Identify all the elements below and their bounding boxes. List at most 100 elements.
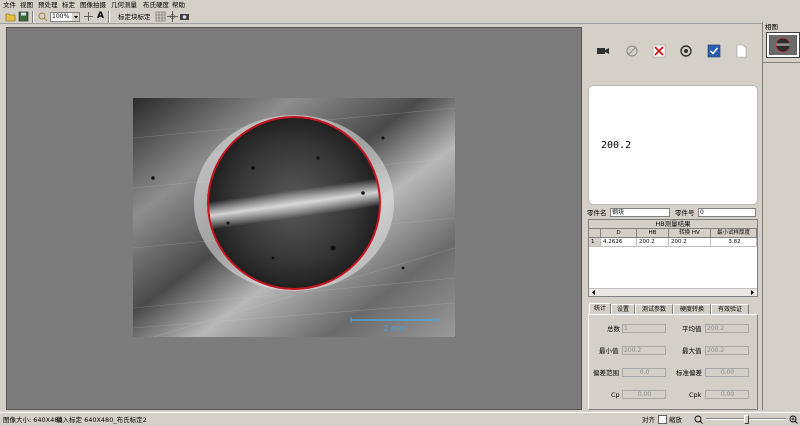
readout-value: 200.2 bbox=[601, 140, 632, 151]
circle-tool-icon[interactable] bbox=[625, 44, 639, 58]
toolbar-separator bbox=[32, 11, 34, 23]
menu-bar: 文件 视图 预处理 标定 图像拍摄 几何测量 布氏硬度 帮助 bbox=[0, 0, 800, 10]
menu-capture[interactable]: 图像拍摄 bbox=[80, 1, 106, 9]
stat-max-label: 最大值 bbox=[682, 347, 702, 355]
video-camera-icon[interactable] bbox=[596, 44, 610, 58]
open-folder-icon[interactable] bbox=[5, 11, 16, 22]
auto-measure-icon[interactable] bbox=[679, 44, 693, 58]
part-number-label: 零件号 bbox=[675, 209, 695, 217]
stat-range-field: 0.0 bbox=[622, 368, 666, 377]
stat-min-label: 最小值 bbox=[599, 347, 619, 355]
camera-icon[interactable] bbox=[179, 11, 190, 22]
zoom-select[interactable]: 100% bbox=[50, 12, 80, 22]
status-bar: 图像大小: 640X480 载入标定 640X480_布氏标定2 对齐 缩放 bbox=[0, 412, 800, 426]
stat-min-value: 200.2 bbox=[624, 347, 642, 354]
part-name-label: 零件名 bbox=[587, 209, 607, 217]
table-cell-hv[interactable]: 200.2 bbox=[669, 238, 711, 247]
chevron-down-icon[interactable] bbox=[72, 13, 80, 21]
scroll-left-icon[interactable] bbox=[590, 289, 597, 296]
table-row-index[interactable]: 1 bbox=[589, 238, 601, 247]
align-label: 对齐 bbox=[642, 416, 655, 424]
stat-cpk-field: 0.00 bbox=[705, 390, 749, 399]
table-header-min-thickness: 最小试样厚度 bbox=[711, 229, 757, 238]
stat-std-field: 0.00 bbox=[705, 368, 749, 377]
thumbnail-image[interactable] bbox=[766, 32, 800, 58]
stat-cp-label: Cp bbox=[611, 391, 620, 399]
stats-tab-panel: 总数 1 平均值 200.2 最小值 200.2 最大值 200.2 偏差范围 … bbox=[588, 314, 758, 410]
pan-icon[interactable] bbox=[83, 11, 94, 22]
menu-help[interactable]: 帮助 bbox=[172, 1, 185, 9]
table-cell-min-thickness[interactable]: 3.82 bbox=[711, 238, 757, 247]
stat-max-field: 200.2 bbox=[705, 346, 749, 355]
stat-mean-field: 200.2 bbox=[705, 324, 749, 333]
align-checkbox[interactable] bbox=[658, 415, 667, 424]
table-header-index bbox=[589, 229, 601, 238]
tab-hardness-conversion[interactable]: 硬度转换 bbox=[673, 304, 711, 314]
stat-mean-value: 200.2 bbox=[707, 325, 725, 332]
results-table: HB测量结果 D HB 转换 HV 最小试样厚度 1 4.2626 200.2 … bbox=[588, 219, 758, 297]
stat-total-field: 1 bbox=[622, 324, 666, 333]
scale-bar-label: 2 mm bbox=[383, 324, 406, 333]
stat-max-value: 200.2 bbox=[707, 347, 725, 354]
hardness-readout: 200.2 bbox=[588, 85, 758, 205]
zoom-slider-thumb[interactable] bbox=[744, 415, 749, 424]
stat-total-label: 总数 bbox=[607, 325, 620, 333]
thumbnail-panel: 相图 bbox=[762, 22, 800, 410]
stat-cpk-value: 0.00 bbox=[720, 391, 735, 398]
menu-view[interactable]: 视图 bbox=[20, 1, 33, 9]
stat-range-label: 偏差范围 bbox=[593, 369, 619, 377]
part-number-value: 0 bbox=[700, 209, 704, 216]
text-tool-button[interactable]: A bbox=[97, 11, 104, 22]
table-cell-hb[interactable]: 200.2 bbox=[637, 238, 669, 247]
status-image-size: 图像大小: 640X480 bbox=[3, 416, 63, 424]
menu-geometry[interactable]: 几何测量 bbox=[111, 1, 137, 9]
zoom-icon[interactable] bbox=[37, 11, 48, 22]
thumbnail-divider bbox=[763, 62, 800, 63]
tab-stats[interactable]: 统计 bbox=[589, 303, 611, 314]
menu-calibrate[interactable]: 标定 bbox=[62, 1, 75, 9]
app-window: 文件 视图 预处理 标定 图像拍摄 几何测量 布氏硬度 帮助 100% A 标定… bbox=[0, 0, 800, 426]
crosshair-icon[interactable] bbox=[167, 11, 178, 22]
table-cell-d[interactable]: 4.2626 bbox=[601, 238, 637, 247]
measurement-panel: 200.2 零件名 钢块 零件号 0 HB测量结果 D HB 转换 HV 最小试… bbox=[586, 27, 760, 410]
save-icon[interactable] bbox=[18, 11, 29, 22]
thumbnail-panel-label: 相图 bbox=[765, 23, 778, 31]
menu-file[interactable]: 文件 bbox=[3, 1, 16, 9]
menu-preprocess[interactable]: 预处理 bbox=[38, 1, 58, 9]
tab-settings[interactable]: 设置 bbox=[611, 304, 635, 314]
menu-hardness[interactable]: 布氏硬度 bbox=[143, 1, 169, 9]
stat-total-value: 1 bbox=[624, 325, 628, 332]
tab-validation[interactable]: 有效验证 bbox=[711, 304, 749, 314]
image-viewport[interactable]: 2 mm bbox=[6, 27, 582, 410]
stat-range-value: 0.0 bbox=[639, 369, 650, 376]
zoom-select-value: 100% bbox=[52, 13, 70, 20]
zoom-label: 缩放 bbox=[669, 416, 682, 424]
stat-std-label: 标准偏差 bbox=[676, 369, 702, 377]
blank-page-icon[interactable] bbox=[734, 44, 748, 58]
toolbar-separator bbox=[108, 11, 110, 23]
specimen-image[interactable]: 2 mm bbox=[133, 98, 455, 337]
stat-cpk-label: Cpk bbox=[689, 391, 702, 399]
tab-test-params[interactable]: 测试参数 bbox=[635, 304, 673, 314]
part-name-value: 钢块 bbox=[612, 209, 625, 216]
stat-std-value: 0.00 bbox=[720, 369, 735, 376]
stat-cp-field: 0.00 bbox=[622, 390, 666, 399]
part-number-input[interactable]: 0 bbox=[698, 208, 756, 217]
delete-icon[interactable] bbox=[652, 44, 666, 58]
zoom-in-icon[interactable] bbox=[789, 415, 798, 424]
results-table-title: HB测量结果 bbox=[589, 220, 757, 229]
stat-cp-value: 0.00 bbox=[637, 391, 652, 398]
stat-min-field: 200.2 bbox=[622, 346, 666, 355]
confirm-checkbox-icon[interactable] bbox=[707, 44, 721, 58]
part-name-input[interactable]: 钢块 bbox=[610, 208, 670, 217]
table-horizontal-scrollbar[interactable] bbox=[589, 288, 757, 296]
calibrate-block-button[interactable]: 标定块标定 bbox=[118, 13, 151, 21]
scroll-right-icon[interactable] bbox=[749, 289, 756, 296]
toolbar: 100% A 标定块标定 bbox=[0, 10, 800, 24]
table-header-d: D bbox=[601, 229, 637, 238]
grid-icon[interactable] bbox=[155, 11, 166, 22]
status-loaded-calibration: 载入标定 640X480_布氏标定2 bbox=[56, 416, 147, 424]
table-header-hb: HB bbox=[637, 229, 669, 238]
table-header-hv: 转换 HV bbox=[669, 229, 711, 238]
zoom-out-icon[interactable] bbox=[694, 415, 703, 424]
